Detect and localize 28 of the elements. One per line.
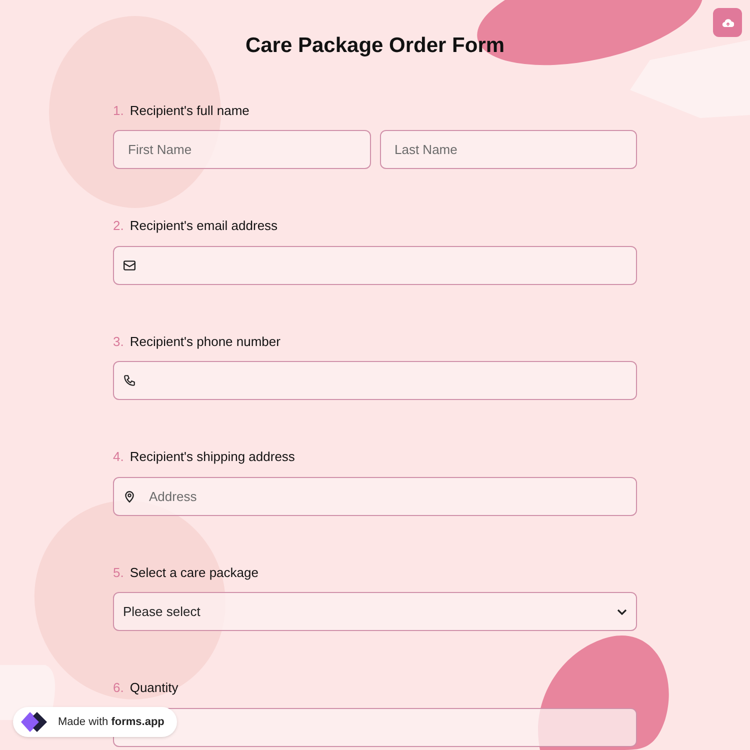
email-input-field[interactable] — [113, 246, 637, 284]
phone-icon — [123, 374, 136, 387]
quantity-input-field[interactable] — [113, 708, 637, 746]
question-number: 4. — [113, 448, 124, 466]
question-label: Recipient's full name — [130, 102, 250, 120]
phone-input-field[interactable] — [113, 361, 637, 400]
mail-icon — [123, 258, 136, 272]
question-label: Recipient's email address — [130, 217, 278, 235]
made-with-text: Made with forms.app — [58, 714, 164, 730]
location-pin-icon — [123, 490, 136, 502]
question-number: 3. — [113, 332, 124, 350]
cloud-upload-icon — [722, 18, 734, 28]
form-title: Care Package Order Form — [244, 33, 506, 59]
question-number: 6. — [113, 679, 124, 697]
logo-icon — [20, 711, 50, 733]
chevron-down-icon — [617, 608, 627, 614]
name-input-field[interactable]: First Name — [113, 130, 370, 169]
package-select[interactable]: Please select — [113, 592, 637, 631]
name-input-field[interactable]: Last Name — [380, 130, 637, 169]
upload-button[interactable] — [713, 8, 742, 37]
question-label: Recipient's phone number — [130, 332, 280, 351]
question-label: Select a care package — [130, 564, 258, 582]
question-label: Recipient's shipping address — [130, 448, 295, 466]
question-label: Quantity — [130, 679, 178, 697]
question-number: 2. — [113, 217, 124, 235]
question-number: 5. — [113, 564, 124, 582]
question-number: 1. — [113, 102, 124, 120]
address-input-field[interactable]: Address — [113, 476, 637, 516]
